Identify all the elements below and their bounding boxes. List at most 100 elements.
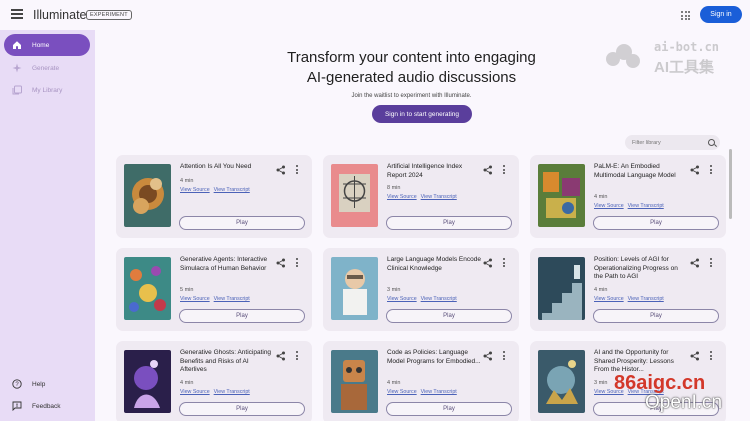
play-button[interactable]: Play — [386, 216, 512, 230]
cover-image — [124, 350, 171, 413]
play-button[interactable]: Play — [179, 216, 305, 230]
play-button[interactable]: Play — [386, 402, 512, 416]
card-title: Generative Agents: Interactive Simulacra… — [180, 256, 268, 272]
hero-subtitle: Join the waitlist to experiment with Ill… — [351, 93, 472, 99]
card-llm-clinical-knowledge[interactable]: Large Language Models Encode Clinical Kn… — [323, 248, 519, 331]
sidebar-item-generate[interactable]: Generate — [4, 57, 90, 79]
card-levels-of-agi[interactable]: Position: Levels of AGI for Operationali… — [530, 248, 726, 331]
card-ai-index-report-2024[interactable]: Artificial Intelligence Index Report 202… — [323, 155, 519, 238]
view-source-link[interactable]: View Source — [387, 296, 417, 302]
card-duration: 4 min — [180, 380, 194, 386]
view-source-link[interactable]: View Source — [180, 389, 210, 395]
card-attention-is-all-you-need[interactable]: Attention Is All You Need 4 min View Sou… — [116, 155, 312, 238]
card-links: View Source View Transcript — [594, 203, 668, 209]
card-title: Code as Policies: Language Model Program… — [387, 349, 481, 365]
cover-image — [331, 350, 378, 413]
hamburger-menu-icon[interactable] — [11, 9, 23, 19]
search-icon[interactable] — [708, 139, 715, 146]
share-icon[interactable] — [483, 165, 493, 175]
view-source-link[interactable]: View Source — [594, 203, 624, 209]
experiment-badge: EXPERIMENT — [86, 10, 132, 20]
card-links: View Source View Transcript — [594, 296, 668, 302]
card-title: Generative Ghosts: Anticipating Benefits… — [180, 349, 272, 373]
feedback-icon — [11, 400, 23, 412]
play-button[interactable]: Play — [593, 216, 719, 230]
share-icon[interactable] — [276, 165, 286, 175]
sidebar-item-help[interactable]: ? Help — [4, 373, 90, 395]
sidebar-item-label: Feedback — [32, 402, 61, 410]
filter-library-input[interactable] — [632, 139, 708, 146]
view-transcript-link[interactable]: View Transcript — [214, 296, 250, 302]
sidebar-item-label: Help — [32, 380, 46, 388]
view-source-link[interactable]: View Source — [180, 187, 210, 193]
card-duration: 3 min — [387, 287, 401, 293]
more-options-icon[interactable] — [295, 165, 299, 175]
sidebar-item-label: Home — [32, 41, 50, 49]
view-transcript-link[interactable]: View Transcript — [421, 389, 457, 395]
more-options-icon[interactable] — [502, 165, 506, 175]
more-options-icon[interactable] — [709, 351, 713, 361]
view-source-link[interactable]: View Source — [387, 389, 417, 395]
sign-in-button[interactable]: Sign in — [700, 6, 742, 23]
sidebar-item-my-library[interactable]: My Library — [4, 79, 90, 101]
more-options-icon[interactable] — [502, 351, 506, 361]
card-links: View Source View Transcript — [180, 187, 254, 193]
share-icon[interactable] — [690, 258, 700, 268]
card-duration: 4 min — [594, 194, 608, 200]
watermark-top-line-1: ai-bot.cn — [654, 40, 720, 54]
card-generative-ghosts[interactable]: Generative Ghosts: Anticipating Benefits… — [116, 341, 312, 421]
share-icon[interactable] — [276, 351, 286, 361]
hero-title: Transform your content into engaging AI-… — [240, 48, 583, 88]
cover-image — [538, 257, 585, 320]
card-title: Position: Levels of AGI for Operationali… — [594, 256, 678, 280]
play-button[interactable]: Play — [179, 402, 305, 416]
card-links: View Source View Transcript — [180, 389, 254, 395]
more-options-icon[interactable] — [295, 351, 299, 361]
play-button[interactable]: Play — [179, 309, 305, 323]
hero-title-line-1: Transform your content into engaging — [287, 49, 536, 66]
play-button[interactable]: Play — [386, 309, 512, 323]
view-source-link[interactable]: View Source — [387, 194, 417, 200]
sparkle-icon — [11, 62, 23, 74]
card-title: Artificial Intelligence Index Report 202… — [387, 163, 463, 179]
card-title: AI and the Opportunity for Shared Prospe… — [594, 349, 674, 373]
card-palm-e[interactable]: PaLM-E: An Embodied Multimodal Language … — [530, 155, 726, 238]
sign-in-to-generate-button[interactable]: Sign in to start generating — [372, 105, 472, 123]
sidebar-item-feedback[interactable]: Feedback — [4, 395, 90, 417]
more-options-icon[interactable] — [502, 258, 506, 268]
share-icon[interactable] — [690, 165, 700, 175]
more-options-icon[interactable] — [709, 258, 713, 268]
view-transcript-link[interactable]: View Transcript — [421, 194, 457, 200]
view-source-link[interactable]: View Source — [180, 296, 210, 302]
cover-image — [538, 350, 585, 413]
filter-library-field[interactable] — [625, 135, 720, 150]
more-options-icon[interactable] — [709, 165, 713, 175]
more-options-icon[interactable] — [295, 258, 299, 268]
watermark-top-line-2: AI工具集 — [654, 59, 715, 76]
card-code-as-policies[interactable]: Code as Policies: Language Model Program… — [323, 341, 519, 421]
card-duration: 4 min — [387, 380, 401, 386]
play-button[interactable]: Play — [593, 309, 719, 323]
view-transcript-link[interactable]: View Transcript — [628, 203, 664, 209]
watermark-top: ai-bot.cn AI工具集 — [602, 40, 744, 76]
card-title: Attention Is All You Need — [180, 163, 252, 170]
share-icon[interactable] — [483, 351, 493, 361]
scrollbar[interactable] — [729, 149, 732, 219]
view-transcript-link[interactable]: View Transcript — [421, 296, 457, 302]
share-icon[interactable] — [483, 258, 493, 268]
card-duration: 8 min — [387, 185, 401, 191]
sidebar-item-home[interactable]: Home — [4, 34, 90, 56]
cover-image — [538, 164, 585, 227]
watermark-bottom-line-2: OpenI.cn — [645, 392, 723, 413]
share-icon[interactable] — [276, 258, 286, 268]
card-links: View Source View Transcript — [387, 389, 461, 395]
card-links: View Source View Transcript — [180, 296, 254, 302]
view-transcript-link[interactable]: View Transcript — [628, 296, 664, 302]
sidebar-item-label: My Library — [32, 86, 63, 94]
view-transcript-link[interactable]: View Transcript — [214, 187, 250, 193]
view-source-link[interactable]: View Source — [594, 296, 624, 302]
apps-grid-icon[interactable] — [681, 11, 690, 20]
view-transcript-link[interactable]: View Transcript — [214, 389, 250, 395]
card-generative-agents[interactable]: Generative Agents: Interactive Simulacra… — [116, 248, 312, 331]
share-icon[interactable] — [690, 351, 700, 361]
